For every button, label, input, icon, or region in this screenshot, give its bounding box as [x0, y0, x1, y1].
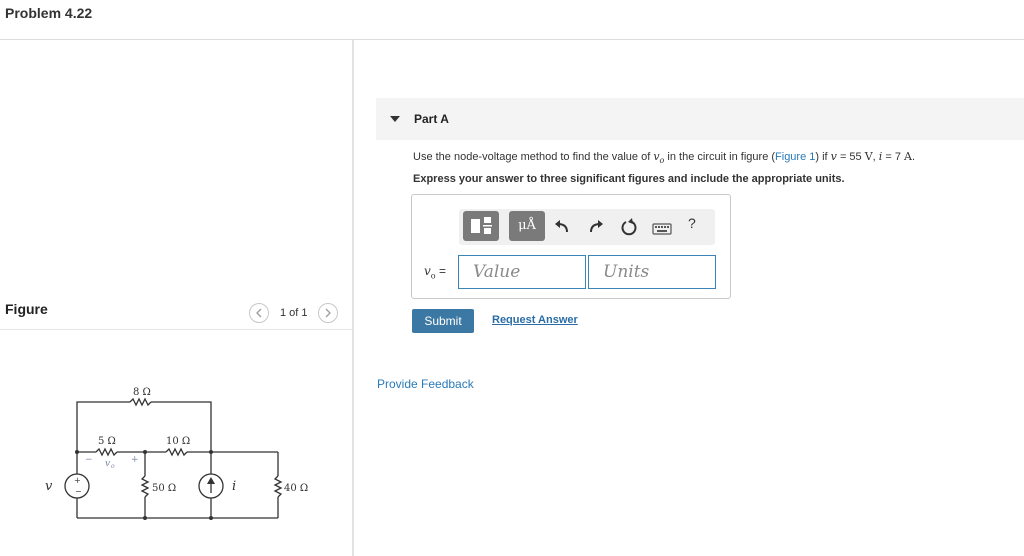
help-button[interactable]: ? — [688, 215, 696, 231]
figure-label: Figure — [5, 301, 48, 317]
value-input[interactable] — [458, 255, 586, 289]
panel-divider[interactable] — [352, 40, 354, 556]
instruction-text: Express your answer to three significant… — [413, 173, 845, 185]
question-unit-a: A — [904, 150, 912, 163]
r-top-label: 8 Ω — [133, 387, 151, 398]
question-eq1: = 55 — [836, 151, 865, 163]
r-mid-label: 10 Ω — [166, 436, 190, 447]
question-unit-v: V — [864, 150, 873, 163]
templates-button[interactable] — [463, 211, 499, 241]
source-minus-sign: − — [75, 487, 82, 496]
answer-label: vo = — [424, 264, 446, 280]
vo-diagram-label: v — [105, 459, 110, 469]
reset-icon[interactable] — [619, 217, 639, 237]
r-vert-label: 50 Ω — [152, 483, 176, 494]
submit-button[interactable]: Submit — [412, 309, 474, 333]
r-left-label: 5 Ω — [98, 436, 116, 447]
templates-icon — [471, 217, 492, 234]
answer-label-var: v — [424, 264, 431, 278]
question-mid: in the circuit in figure ( — [664, 151, 776, 163]
part-a-title: Part A — [414, 112, 449, 126]
r-right-label: 40 Ω — [284, 483, 308, 494]
redo-icon[interactable] — [586, 217, 606, 237]
units-input[interactable] — [588, 255, 716, 289]
units-symbol-button[interactable]: μÅ — [509, 211, 545, 241]
figure-pager: 1 of 1 — [280, 307, 308, 319]
question-eq2: = 7 — [882, 151, 905, 163]
prev-figure-button[interactable] — [249, 303, 269, 323]
answer-label-eq: = — [435, 264, 446, 278]
figure-link[interactable]: Figure 1 — [775, 151, 815, 163]
question-end: . — [912, 151, 916, 163]
next-figure-button[interactable] — [318, 303, 338, 323]
source-i-label: i — [232, 479, 236, 494]
vo-minus-sign: − — [85, 455, 93, 465]
keyboard-icon[interactable] — [652, 219, 672, 239]
provide-feedback-link[interactable]: Provide Feedback — [377, 377, 474, 391]
chevron-left-icon — [256, 308, 262, 318]
question-prefix: Use the node-voltage method to find the … — [413, 151, 654, 163]
source-v-label: v — [45, 479, 53, 494]
vo-diagram-sub: o — [111, 463, 115, 470]
vo-plus-sign: + — [131, 455, 139, 465]
part-a-header[interactable] — [376, 98, 1024, 140]
undo-icon[interactable] — [552, 217, 572, 237]
figure-divider — [0, 329, 352, 330]
collapse-triangle-icon[interactable] — [390, 116, 400, 122]
request-answer-link[interactable]: Request Answer — [492, 314, 578, 326]
page-title: Problem 4.22 — [5, 5, 93, 21]
header-divider — [0, 39, 1024, 40]
question-post: ) if — [815, 151, 831, 163]
question-text: Use the node-voltage method to find the … — [413, 150, 915, 165]
chevron-right-icon — [325, 308, 331, 318]
circuit-diagram: 8 Ω 5 Ω 10 Ω 50 Ω 40 Ω v o − + + − v i — [45, 387, 308, 520]
source-plus-sign: + — [74, 476, 81, 485]
